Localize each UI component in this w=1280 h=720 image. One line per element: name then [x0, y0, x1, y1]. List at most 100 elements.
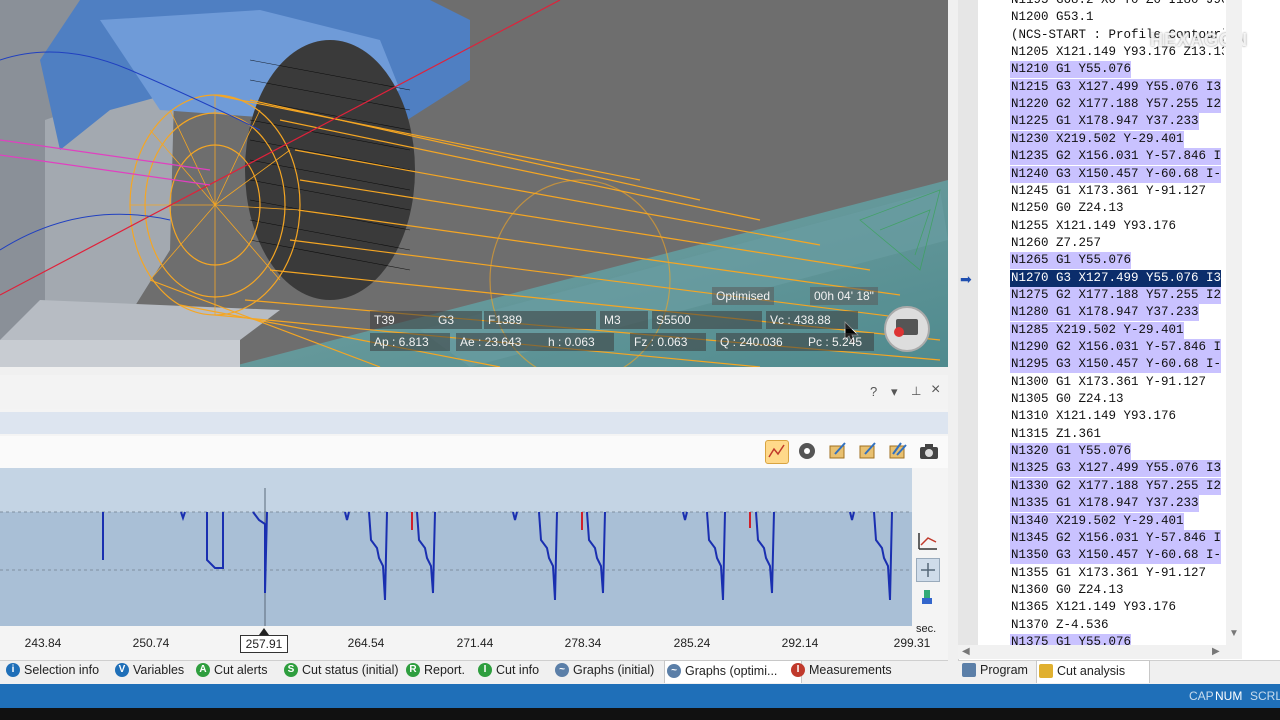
tab-label: Report.	[424, 663, 465, 677]
code-line[interactable]: N1225 G1 X178.947 Y37.233	[1010, 113, 1199, 131]
code-line[interactable]: N1270 G3 X127.499 Y55.076 I3	[1010, 269, 1222, 287]
help-button[interactable]: ?	[870, 384, 877, 399]
code-line[interactable]: N1235 G2 X156.031 Y-57.846 I	[1010, 148, 1222, 166]
report-icon: R	[406, 663, 420, 677]
code-line[interactable]: N1330 G2 X177.188 Y57.255 I2	[1010, 477, 1222, 495]
x-tick-label: 292.14	[781, 636, 819, 650]
nc-code-listing[interactable]: N1195 G68.2 X0 Y0 Z0 I180 J90 N1200 G53.1…	[1010, 0, 1224, 648]
tab-label: Graphs (optimi...	[685, 664, 778, 678]
spindle-speed: S5500	[652, 311, 762, 329]
close-button[interactable]: ×	[931, 381, 940, 399]
cut-info-icon: I	[478, 663, 492, 677]
caps-lock-indicator: CAP	[1189, 689, 1214, 703]
horizontal-scrollbar[interactable]: ◀ ▶	[958, 645, 1242, 659]
graph-type-icon[interactable]	[765, 440, 789, 464]
power: Pc : 5.245	[804, 333, 874, 351]
code-line[interactable]: N1220 G2 X177.188 Y57.255 I2	[1010, 96, 1222, 114]
code-line[interactable]: N1350 G3 X150.457 Y-60.68 I-	[1010, 547, 1222, 565]
code-line[interactable]: N1230 X219.502 Y-29.401	[1010, 130, 1184, 148]
code-line[interactable]: N1295 G3 X150.457 Y-60.68 I-	[1010, 356, 1222, 374]
machine-status-icon[interactable]	[884, 306, 930, 352]
width-ae: Ae : 23.643	[456, 333, 544, 351]
scroll-down-icon[interactable]: ▼	[1229, 628, 1239, 639]
tab-cut-alerts[interactable]: A Cut alerts	[194, 660, 296, 682]
x-tick-label: 250.74	[132, 636, 170, 650]
code-line[interactable]: N1370 Z-4.536	[1010, 617, 1109, 634]
code-line[interactable]: N1310 X121.149 Y93.176	[1010, 408, 1176, 425]
code-line[interactable]: N1280 G1 X178.947 Y37.233	[1010, 304, 1199, 322]
code-line[interactable]: N1345 G2 X156.031 Y-57.846 I	[1010, 529, 1222, 547]
tab-cut-status-initial[interactable]: S Cut status (initial)	[282, 660, 418, 682]
code-line[interactable]: N1325 G3 X127.499 Y55.076 I3	[1010, 460, 1222, 478]
pin-icon[interactable]: ⊥	[911, 384, 921, 398]
line-gutter	[958, 0, 978, 648]
cursor-time-label: 257.91	[240, 635, 288, 653]
edit-pen-icon[interactable]	[827, 440, 849, 462]
cutting-graph-plot[interactable]	[0, 468, 912, 626]
code-line[interactable]: N1335 G1 X178.947 Y37.233	[1010, 495, 1199, 513]
current-line-arrow-icon: ➡	[960, 271, 972, 287]
code-line[interactable]: N1340 X219.502 Y-29.401	[1010, 512, 1184, 530]
code-line[interactable]: N1200 G53.1	[1010, 9, 1094, 26]
graph-side-icon[interactable]	[916, 530, 940, 552]
scroll-right-icon[interactable]: ▶	[1212, 646, 1220, 657]
tab-label: Cut analysis	[1057, 664, 1126, 678]
graph-trace-segment	[538, 511, 558, 601]
edit-multi-icon[interactable]	[887, 440, 909, 462]
code-line[interactable]: N1210 G1 Y55.076	[1010, 61, 1132, 79]
graph-traces	[0, 488, 912, 626]
zoom-fit-icon[interactable]	[916, 558, 940, 582]
x-tick-label: 264.54	[347, 636, 385, 650]
code-line[interactable]: N1255 X121.149 Y93.176	[1010, 218, 1176, 235]
code-line[interactable]: N1250 G0 Z24.13	[1010, 200, 1124, 217]
code-line[interactable]: N1240 G3 X150.457 Y-60.68 I-	[1010, 165, 1222, 183]
tab-label: Measurements	[809, 663, 892, 677]
tab-cut-analysis[interactable]: Cut analysis	[1036, 660, 1150, 683]
status-icon: S	[284, 663, 298, 677]
tab-selection-info[interactable]: i Selection info	[4, 660, 124, 682]
code-line[interactable]: N1300 G1 X173.361 Y-91.127	[1010, 374, 1206, 391]
gcode-mode: G3	[434, 311, 482, 329]
menu-button[interactable]: ▾	[891, 384, 898, 400]
edit-pen-2-icon[interactable]	[857, 440, 879, 462]
code-line[interactable]: N1215 G3 X127.499 Y55.076 I3	[1010, 78, 1222, 96]
alert-icon: A	[196, 663, 210, 677]
code-line[interactable]: N1355 G1 X173.361 Y-91.127	[1010, 565, 1206, 582]
3d-viewport[interactable]: Optimised 00h 04' 18" T39 G3 F1389 M3 S5…	[0, 0, 948, 367]
code-line[interactable]: N1260 Z7.257	[1010, 235, 1101, 252]
code-line[interactable]: N1365 X121.149 Y93.176	[1010, 599, 1176, 616]
status-bar	[0, 684, 1280, 708]
code-line[interactable]: N1195 G68.2 X0 Y0 Z0 I180 J90	[1010, 0, 1224, 9]
settings-gear-icon[interactable]	[796, 440, 818, 462]
code-line[interactable]: N1245 G1 X173.361 Y-91.127	[1010, 183, 1206, 200]
feed-rate: F1389	[484, 311, 596, 329]
graph-titlebar	[0, 375, 948, 409]
tab-label: Graphs (initial)	[573, 663, 655, 677]
tool-icon[interactable]	[918, 588, 936, 606]
measure-icon: I	[791, 663, 805, 677]
tab-graphs-initial[interactable]: ~ Graphs (initial)	[553, 660, 677, 682]
graph-trace-segment	[368, 511, 388, 601]
code-line[interactable]: N1360 G0 Z24.13	[1010, 582, 1124, 599]
tab-graphs-optimi[interactable]: ~ Graphs (optimi...	[664, 660, 802, 683]
code-line[interactable]: N1320 G1 Y55.076	[1010, 443, 1132, 461]
tab-program[interactable]: Program	[960, 660, 1028, 682]
code-line[interactable]: N1265 G1 Y55.076	[1010, 252, 1132, 270]
code-line[interactable]: N1290 G2 X156.031 Y-57.846 I	[1010, 339, 1222, 356]
tab-measurements[interactable]: I Measurements	[789, 660, 909, 682]
tab-label: Selection info	[24, 663, 100, 677]
x-tick-label: 243.84	[24, 636, 62, 650]
tool-number: T39	[370, 311, 434, 329]
vertical-scrollbar[interactable]: ▼	[1226, 0, 1242, 645]
spindle-direction: M3	[600, 311, 648, 329]
camera-icon[interactable]	[918, 440, 940, 462]
code-line[interactable]: N1315 Z1.361	[1010, 426, 1101, 443]
code-line[interactable]: N1275 G2 X177.188 Y57.255 I2	[1010, 286, 1222, 304]
tab-label: Cut status (initial)	[302, 663, 399, 677]
graph-trace-segment	[682, 511, 688, 521]
graph-trace-segment	[849, 511, 855, 521]
code-line[interactable]: N1285 X219.502 Y-29.401	[1010, 321, 1184, 339]
code-line[interactable]: N1305 G0 Z24.13	[1010, 391, 1124, 408]
scroll-left-icon[interactable]: ◀	[962, 646, 970, 657]
graph-trace-segment	[512, 511, 518, 521]
